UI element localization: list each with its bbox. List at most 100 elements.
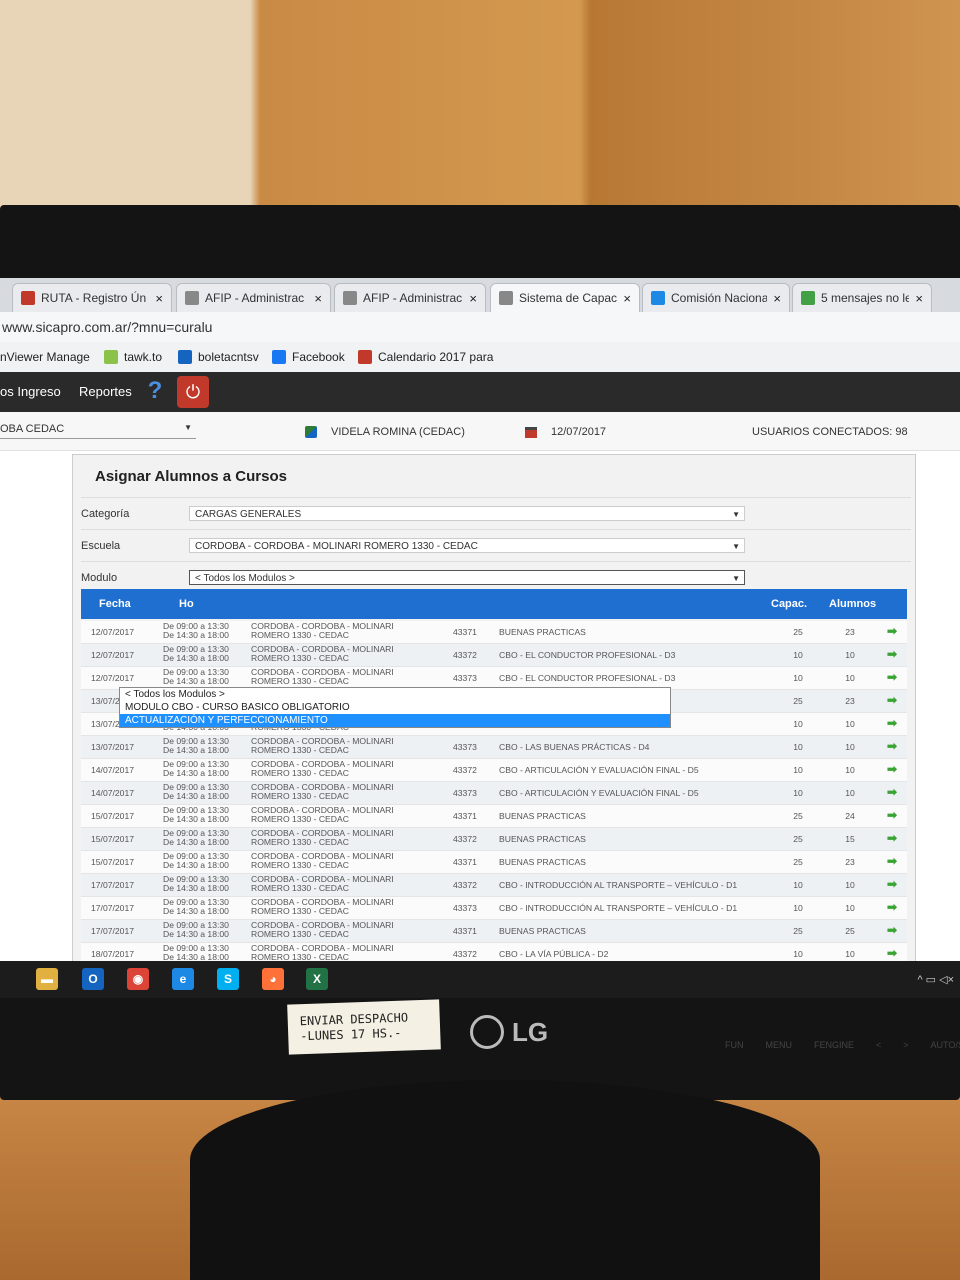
arrow-right-icon[interactable]: ➡ — [881, 716, 903, 730]
escuela-select[interactable]: CORDOBA - CORDOBA - MOLINARI ROMERO 1330… — [189, 538, 745, 553]
row-id-text: 43372 — [453, 834, 477, 844]
browser-tab[interactable]: AFIP - Administrac × — [334, 283, 486, 312]
school-select[interactable]: OBA CEDAC ▼ — [0, 423, 196, 439]
row-hours: De 09:00 a 13:30De 14:30 a 18:00 — [163, 806, 245, 824]
row-students-text: 10 — [845, 673, 855, 683]
row-capacity-text: 25 — [793, 926, 803, 936]
col-capac[interactable]: Capac. — [771, 598, 807, 610]
close-icon[interactable]: × — [623, 291, 631, 306]
row-students: 23 — [827, 696, 873, 706]
browser-tab[interactable]: RUTA - Registro Ún × — [12, 283, 172, 312]
row-module: CBO - ARTICULACIÓN Y EVALUACIÓN FINAL - … — [499, 788, 769, 798]
close-icon[interactable]: × — [469, 291, 477, 306]
close-icon[interactable]: × — [915, 291, 923, 306]
arrow-right-icon[interactable]: ➡ — [881, 739, 903, 753]
user-info-bar: OBA CEDAC ▼ VIDELA ROMINA (CEDAC) 12/07/… — [0, 412, 960, 451]
arrow-right-icon[interactable]: ➡ — [881, 900, 903, 914]
arrow-right-icon[interactable]: ➡ — [881, 762, 903, 776]
col-fecha[interactable]: Fecha — [99, 598, 131, 610]
firefox-icon[interactable]: ◕ — [262, 968, 284, 990]
arrow-right-icon[interactable]: ➡ — [881, 831, 903, 845]
categoria-label: Categoría — [81, 508, 130, 520]
row-hour-afternoon: De 14:30 a 18:00 — [163, 791, 229, 801]
monitor-button[interactable]: AUTO/SET — [931, 1040, 960, 1050]
nav-reportes-link[interactable]: Reportes — [79, 384, 132, 399]
arrow-right-icon[interactable]: ➡ — [881, 923, 903, 937]
categoria-value: CARGAS GENERALES — [195, 509, 302, 520]
row-students: 10 — [827, 742, 873, 752]
excel-icon[interactable]: X — [306, 968, 328, 990]
monitor-button[interactable]: FUN — [725, 1040, 744, 1050]
power-button[interactable]: ⏻ — [177, 376, 209, 408]
row-capacity-text: 10 — [793, 719, 803, 729]
table-row: 15/07/2017 De 09:00 a 13:30 De 14:30 a 18:… — [81, 851, 907, 874]
table-row: 14/07/2017 De 09:00 a 13:30 De 14:30 a 18:… — [81, 782, 907, 805]
monitor-button[interactable]: < — [876, 1040, 881, 1050]
row-school: CORDOBA - CORDOBA - MOLINARIROMERO 1330 … — [251, 645, 451, 663]
browser-tab[interactable]: Comisión Naciona × — [642, 283, 790, 312]
nav-ingreso-link[interactable]: os Ingreso — [0, 384, 61, 399]
system-tray[interactable]: ^ ▭ ◁× — [917, 973, 954, 986]
row-id-text: 43372 — [453, 949, 477, 959]
address-bar[interactable]: www.sicapro.com.ar/?mnu=curalu — [0, 312, 960, 343]
close-icon[interactable]: × — [773, 291, 781, 306]
row-id: 43372 — [453, 880, 493, 890]
bookmark-item[interactable]: tawk.to — [104, 350, 162, 364]
file-explorer-icon[interactable]: ▬ — [36, 968, 58, 990]
close-icon[interactable]: × — [155, 291, 163, 306]
table-row: 12/07/2017 De 09:00 a 13:30 De 14:30 a 18:… — [81, 644, 907, 667]
arrow-right-icon[interactable]: ➡ — [881, 877, 903, 891]
skype-icon[interactable]: S — [217, 968, 239, 990]
bookmark-item[interactable]: Calendario 2017 para — [358, 350, 493, 364]
arrow-right-icon[interactable]: ➡ — [881, 670, 903, 684]
outlook-icon[interactable]: O — [82, 968, 104, 990]
browser-tab[interactable]: AFIP - Administrac × — [176, 283, 331, 312]
row-date: 17/07/2017 — [91, 926, 159, 936]
col-alumnos[interactable]: Alumnos — [829, 598, 876, 610]
help-icon[interactable]: ? — [140, 376, 170, 406]
modulo-option[interactable]: < Todos los Modulos > — [120, 688, 670, 701]
tab-favicon-icon — [651, 291, 665, 305]
row-date: 14/07/2017 — [91, 788, 159, 798]
arrow-right-icon[interactable]: ➡ — [881, 946, 903, 960]
modulo-option[interactable]: ACTUALIZACIÓN Y PERFECCIONAMIENTO — [120, 714, 670, 727]
current-user: VIDELA ROMINA (CEDAC) — [305, 426, 465, 438]
monitor-button[interactable]: FENGINE — [814, 1040, 854, 1050]
modulo-option[interactable]: MODULO CBO - CURSO BASICO OBLIGATORIO — [120, 701, 670, 714]
row-capacity: 10 — [775, 880, 821, 890]
table-row: 17/07/2017 De 09:00 a 13:30 De 14:30 a 18:… — [81, 874, 907, 897]
internet-explorer-icon[interactable]: e — [172, 968, 194, 990]
arrow-right-icon[interactable]: ➡ — [881, 624, 903, 638]
categoria-select[interactable]: CARGAS GENERALES ▼ — [189, 506, 745, 521]
row-school-line2: ROMERO 1330 - CEDAC — [251, 837, 349, 847]
close-icon[interactable]: × — [314, 291, 322, 306]
col-hora[interactable]: Ho — [179, 598, 194, 610]
arrow-right-icon[interactable]: ➡ — [881, 808, 903, 822]
row-students-text: 23 — [845, 696, 855, 706]
row-date-text: 15/07/2017 — [91, 834, 135, 844]
browser-tab[interactable]: 5 mensajes no leíd × — [792, 283, 932, 312]
modulo-select[interactable]: < Todos los Modulos > ▼ — [189, 570, 745, 585]
row-students: 23 — [827, 627, 873, 637]
table-row: 13/07/2017 De 09:00 a 13:30De 14:30 a 18:… — [81, 736, 907, 759]
row-id: 43372 — [453, 834, 493, 844]
row-students: 10 — [827, 719, 873, 729]
bookmark-item[interactable]: nViewer Manage — [0, 350, 90, 364]
arrow-right-icon[interactable]: ➡ — [881, 854, 903, 868]
bookmark-item[interactable]: Facebook — [272, 350, 345, 364]
bookmark-item[interactable]: boletacntsv — [178, 350, 259, 364]
row-id-text: 43373 — [453, 788, 477, 798]
browser-tab[interactable]: Sistema de Capacit × — [490, 283, 640, 312]
brand-logo: LG — [470, 1015, 548, 1049]
row-students: 10 — [827, 903, 873, 913]
row-module: BUENAS PRACTICAS — [499, 811, 769, 821]
monitor-button[interactable]: MENU — [766, 1040, 793, 1050]
arrow-right-icon[interactable]: ➡ — [881, 647, 903, 661]
chrome-icon[interactable]: ◉ — [127, 968, 149, 990]
arrow-right-icon[interactable]: ➡ — [881, 693, 903, 707]
monitor-button[interactable]: > — [903, 1040, 908, 1050]
arrow-right-icon[interactable]: ➡ — [881, 785, 903, 799]
row-id-text: 43372 — [453, 880, 477, 890]
row-module: CBO - INTRODUCCIÓN AL TRANSPORTE – VEHÍC… — [499, 880, 769, 890]
row-date-text: 17/07/2017 — [91, 903, 135, 913]
